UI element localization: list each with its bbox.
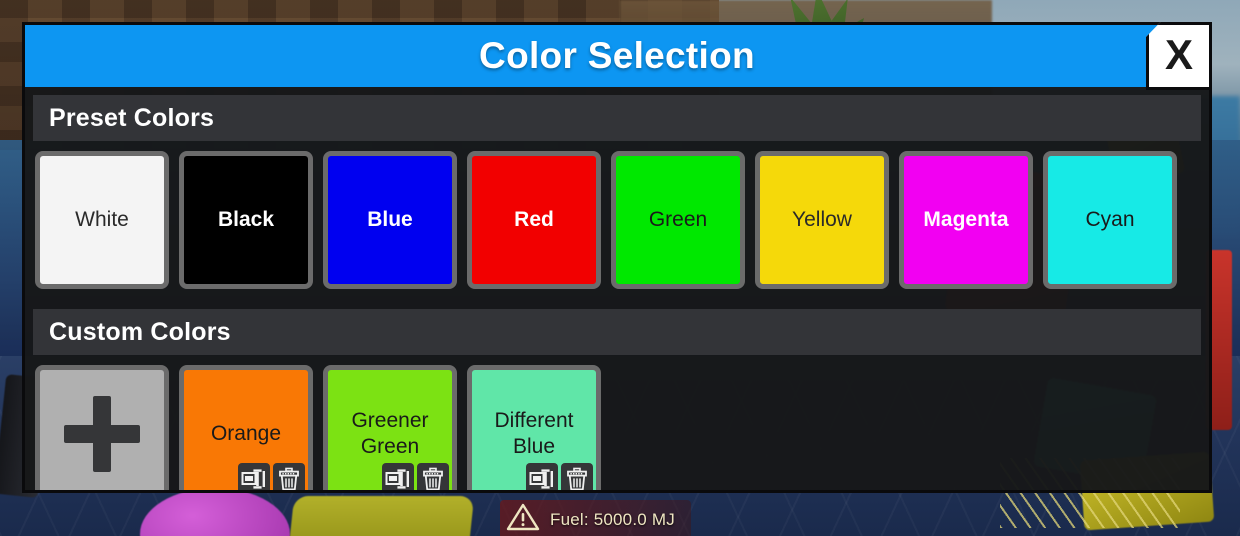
color-swatch-cyan[interactable]: Cyan — [1043, 151, 1177, 289]
section-preset-colors: Preset Colors White Black Blue Red Green Yell… — [25, 87, 1209, 301]
trash-icon[interactable] — [417, 463, 449, 490]
dialog-titlebar: Color Selection X — [25, 22, 1212, 90]
custom-colors-title: Custom Colors — [49, 317, 231, 346]
swatch-actions — [238, 463, 305, 490]
rename-icon[interactable] — [526, 463, 558, 490]
swatch-label: Blue — [367, 208, 413, 232]
swatch-label: Magenta — [923, 208, 1009, 232]
color-swatch-magenta[interactable]: Magenta — [899, 151, 1033, 289]
preset-colors-header: Preset Colors — [33, 95, 1201, 141]
add-custom-color-button[interactable] — [35, 365, 169, 490]
preset-colors-title: Preset Colors — [49, 103, 215, 132]
color-swatch-yellow[interactable]: Yellow — [755, 151, 889, 289]
screen: Fuel: 5000.0 MJ Color Selection X Preset… — [0, 0, 1240, 536]
fuel-hud: Fuel: 5000.0 MJ — [500, 500, 691, 536]
swatch-label: Green — [648, 208, 708, 232]
color-selection-dialog: Color Selection X Preset Colors White Bla… — [22, 22, 1212, 493]
swatch-label: Black — [217, 208, 275, 232]
color-swatch-different-blue[interactable]: Different Blue — [467, 365, 601, 490]
swatch-label: Different Blue — [494, 409, 574, 458]
color-swatch-red[interactable]: Red — [467, 151, 601, 289]
swatch-label: Cyan — [1085, 208, 1135, 232]
color-swatch-green[interactable]: Green — [611, 151, 745, 289]
trash-icon[interactable] — [561, 463, 593, 490]
rename-icon[interactable] — [382, 463, 414, 490]
custom-colors-row: Orange Greener Green Different Blue — [25, 355, 1209, 490]
color-swatch-orange[interactable]: Orange — [179, 365, 313, 490]
color-swatch-black[interactable]: Black — [179, 151, 313, 289]
swatch-label: Orange — [210, 422, 282, 446]
background-object-olive — [285, 496, 475, 536]
dialog-title: Color Selection — [479, 35, 755, 76]
warning-triangle-icon — [506, 502, 540, 536]
dialog-body: Preset Colors White Black Blue Red Green Yell… — [25, 87, 1209, 490]
trash-icon[interactable] — [273, 463, 305, 490]
custom-colors-header: Custom Colors — [33, 309, 1201, 355]
swatch-label: White — [75, 208, 129, 232]
swatch-label: Greener Green — [351, 409, 429, 458]
rename-icon[interactable] — [238, 463, 270, 490]
swatch-actions — [526, 463, 593, 490]
swatch-actions — [382, 463, 449, 490]
swatch-label: Yellow — [792, 208, 852, 232]
close-icon: X — [1164, 31, 1193, 78]
color-swatch-white[interactable]: White — [35, 151, 169, 289]
preset-colors-row: White Black Blue Red Green Yellow Magenta Cyan — [25, 141, 1209, 301]
color-swatch-greener-green[interactable]: Greener Green — [323, 365, 457, 490]
plus-icon — [64, 396, 140, 472]
color-swatch-blue[interactable]: Blue — [323, 151, 457, 289]
swatch-label: Red — [514, 208, 554, 232]
fuel-text: Fuel: 5000.0 MJ — [550, 509, 675, 529]
section-custom-colors: Custom Colors Orange Greener Green Differe… — [25, 301, 1209, 490]
close-button[interactable]: X — [1146, 22, 1212, 90]
